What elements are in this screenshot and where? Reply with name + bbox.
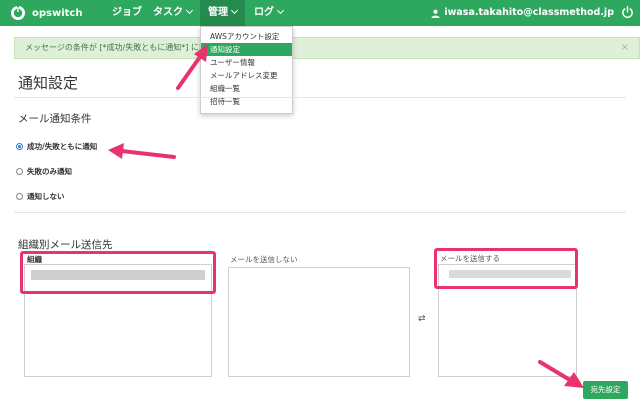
power-icon[interactable] [621, 6, 634, 19]
radio-button[interactable] [16, 142, 23, 150]
user-menu[interactable]: iwasa.takahito@classmethod.jp [431, 0, 614, 26]
user-email: iwasa.takahito@classmethod.jp [444, 7, 614, 18]
nav-item-tasks[interactable]: タスク [153, 0, 194, 26]
nav-item-admin[interactable]: 管理 [200, 0, 245, 26]
menu-item-organizations[interactable]: 組織一覧 [201, 82, 292, 95]
nav-item-label: タスク [153, 7, 183, 18]
menu-item-change-email[interactable]: メールアドレス変更 [201, 69, 292, 82]
annotation-arrow-save [538, 360, 584, 388]
radio-label: 成功/失敗ともに通知 [27, 141, 98, 151]
radio-button[interactable] [16, 167, 23, 175]
nav-item-logs[interactable]: ログ [254, 0, 285, 26]
alert-close-button[interactable]: × [621, 38, 629, 58]
chevron-down-icon [185, 6, 194, 15]
menu-item-aws-account[interactable]: AWSアカウント設定 [201, 30, 292, 43]
nav-item-label: 管理 [208, 7, 228, 18]
chevron-down-icon [276, 6, 285, 15]
radio-label: 失敗のみ通知 [27, 166, 72, 176]
menu-item-notification-settings[interactable]: 通知設定 [201, 43, 292, 56]
radio-notify-none[interactable]: 通知しない [16, 191, 65, 201]
page-title: 通知設定 [18, 74, 79, 92]
highlight-send-column [434, 248, 578, 289]
annotation-arrow-menu [176, 44, 208, 90]
not-send-column-label: メールを送信しない [230, 255, 298, 264]
radio-notify-both[interactable]: 成功/失敗ともに通知 [16, 141, 97, 151]
radio-notify-failure[interactable]: 失敗のみ通知 [16, 166, 72, 176]
radio-button[interactable] [16, 192, 23, 200]
opswitch-logo-icon [11, 6, 25, 20]
brand-name: opswitch [32, 7, 83, 19]
user-icon [431, 9, 440, 18]
org-recipients-title: 組織別メール送信先 [18, 239, 113, 251]
top-navbar: opswitch ジョブ タスク 管理 ログ iwasa.takahito@cl… [0, 0, 640, 26]
radio-label: 通知しない [27, 191, 65, 201]
brand[interactable]: opswitch [10, 4, 82, 22]
title-divider [14, 97, 626, 98]
nav-item-jobs[interactable]: ジョブ [112, 0, 142, 26]
success-alert: メッセージの条件が [*成功/失敗ともに通知*] に変更 × [14, 37, 640, 59]
save-recipients-button[interactable]: 宛先設定 [583, 381, 628, 399]
nav-item-label: ジョブ [112, 7, 142, 18]
swap-arrows-icon[interactable]: ⇄ [418, 314, 426, 324]
chevron-down-icon [230, 6, 239, 15]
mail-conditions-title: メール通知条件 [18, 113, 92, 125]
admin-dropdown-menu: AWSアカウント設定 通知設定 ユーザー情報 メールアドレス変更 組織一覧 招待… [200, 26, 293, 114]
section-divider [14, 212, 626, 213]
annotation-arrow-radio [108, 143, 176, 159]
highlight-org-column [20, 251, 216, 294]
not-send-listbox[interactable] [228, 267, 410, 377]
menu-item-user-info[interactable]: ユーザー情報 [201, 56, 292, 69]
nav-item-label: ログ [254, 7, 274, 18]
